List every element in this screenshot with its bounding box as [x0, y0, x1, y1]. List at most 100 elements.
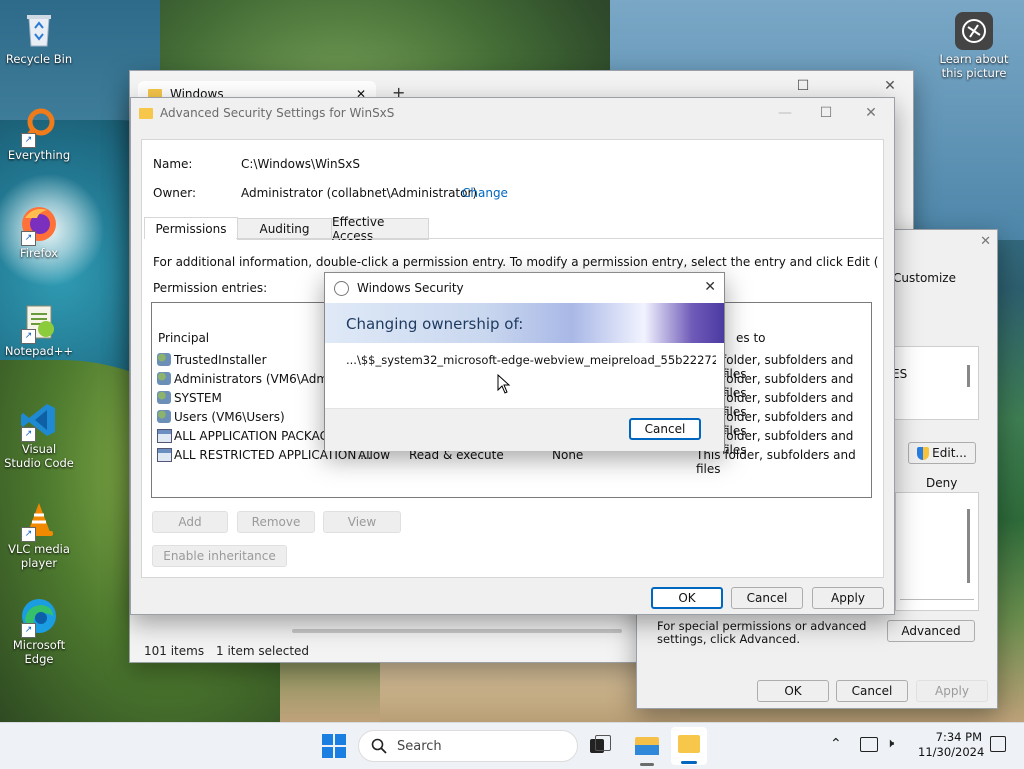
users-icon [157, 410, 171, 423]
desktop-icon-everything[interactable]: ↗ Everything [3, 106, 75, 162]
row-principal: SYSTEM [174, 391, 222, 405]
search-placeholder: Search [397, 738, 442, 754]
properties-apply-button[interactable]: Apply [916, 680, 988, 702]
vlc-cone-icon: ↗ [19, 500, 59, 542]
name-value: C:\Windows\WinSxS [241, 157, 360, 171]
start-windows-icon[interactable] [322, 734, 346, 758]
desktop-icon-label: Everything [7, 148, 71, 162]
list-scrollbar[interactable] [967, 365, 970, 387]
desktop-icon-firefox[interactable]: ↗ Firefox [3, 204, 75, 260]
taskbar: Search ⌃ 🕨 7:34 PM 11/30/2024 [0, 722, 1024, 769]
row-principal: TrustedInstaller [174, 353, 267, 367]
folder-icon [678, 735, 700, 753]
tab-divider [236, 238, 883, 239]
shortcut-arrow-icon: ↗ [21, 329, 36, 344]
advanced-close-icon[interactable]: ✕ [848, 98, 894, 128]
tab-effective-access[interactable]: Effective Access [331, 215, 429, 243]
desktop-icon-notepad-plus[interactable]: ↗ Notepad++ [3, 302, 75, 358]
tab-auditing[interactable]: Auditing [237, 218, 332, 240]
advanced-minimize-icon[interactable]: — [765, 98, 805, 128]
view-entry-button[interactable]: View [323, 511, 401, 533]
speaker-muted-icon[interactable]: 🕨 [886, 736, 894, 751]
folder-icon [139, 107, 153, 119]
owner-value: Administrator (collabnet\Administrator) [241, 186, 478, 200]
clock-icon [334, 280, 349, 296]
advanced-apply-button[interactable]: Apply [812, 587, 884, 609]
ownership-path-text: ...\$$_system32_microsoft-edge-webview_m… [346, 353, 716, 367]
advanced-ok-button[interactable]: OK [651, 587, 723, 609]
desktop-icon-recycle-bin[interactable]: Recycle Bin [3, 10, 75, 66]
task-view-icon[interactable] [590, 735, 611, 755]
properties-ok-button[interactable]: OK [757, 680, 829, 702]
taskbar-search-box[interactable]: Search [358, 730, 578, 762]
desktop-icon-vlc[interactable]: ↗ VLC media player [3, 500, 75, 570]
mouse-cursor-icon [497, 373, 511, 397]
row-principal: Users (VM6\Users) [174, 410, 285, 424]
folder-taskbar-button[interactable] [671, 727, 707, 765]
chevron-up-icon[interactable]: ⌃ [830, 736, 842, 752]
clock-time: 7:34 PM [935, 730, 982, 744]
camera-info-icon [955, 12, 993, 50]
deny-column-header: Deny [926, 476, 958, 490]
uac-shield-icon [917, 446, 930, 460]
firefox-icon: ↗ [19, 204, 59, 246]
advanced-button[interactable]: Advanced [887, 620, 975, 642]
users-icon [157, 391, 171, 404]
advanced-cancel-button[interactable]: Cancel [731, 587, 803, 609]
shortcut-arrow-icon: ↗ [21, 231, 36, 246]
search-magnifier-icon: ↗ [19, 106, 59, 148]
explorer-scrollbar[interactable] [292, 629, 622, 633]
security-dialog-cancel-button[interactable]: Cancel [629, 418, 701, 440]
advanced-maximize-icon[interactable]: ☐ [803, 98, 849, 128]
desktop-icon-label: Recycle Bin [5, 52, 73, 66]
shortcut-arrow-icon: ↗ [21, 623, 36, 638]
file-explorer-taskbar-icon[interactable] [633, 733, 661, 757]
change-owner-link[interactable]: Change [462, 186, 508, 200]
clock-area[interactable]: 7:34 PM 11/30/2024 [918, 730, 984, 760]
add-entry-button[interactable]: Add [152, 511, 228, 533]
permissions-list[interactable] [895, 492, 979, 611]
notification-icon[interactable] [990, 736, 1006, 752]
tab-permissions[interactable]: Permissions [144, 217, 238, 239]
learn-about-label: Learn about this picture [939, 52, 1009, 80]
package-icon [157, 448, 172, 462]
status-selected-count: 1 item selected [216, 644, 310, 658]
desktop-icon-edge[interactable]: ↗ Microsoft Edge [3, 596, 75, 666]
security-dialog-titlebar[interactable]: Windows Security [325, 273, 724, 303]
edge-icon: ↗ [19, 596, 59, 638]
learn-about-picture[interactable]: Learn about this picture [938, 12, 1010, 80]
security-dialog-banner: Changing ownership of: [325, 303, 724, 343]
edit-button[interactable]: Edit... [908, 442, 976, 464]
list-divider [900, 599, 974, 600]
security-dialog-close-icon[interactable]: ✕ [704, 279, 716, 295]
row-applies-to: This folder, subfolders and files [696, 448, 856, 476]
desktop-icon-label: Microsoft Edge [12, 638, 66, 666]
desktop-icon-label: Notepad++ [4, 344, 74, 358]
advanced-window-title: Advanced Security Settings for WinSxS [160, 106, 395, 120]
search-icon [371, 738, 387, 754]
recycle-bin-icon [19, 10, 59, 50]
package-icon [157, 429, 172, 443]
users-icon [157, 353, 171, 366]
windows-security-dialog: Windows Security ✕ Changing ownership of… [324, 272, 725, 451]
permissions-scrollbar[interactable] [967, 509, 970, 583]
security-dialog-title: Windows Security [357, 281, 464, 295]
remove-entry-button[interactable]: Remove [237, 511, 315, 533]
network-display-icon[interactable] [860, 737, 878, 752]
shortcut-arrow-icon: ↗ [21, 527, 36, 542]
status-items-count: 101 items [144, 644, 205, 658]
desktop-icon-label: Visual Studio Code [4, 442, 74, 470]
desktop-icon-label: VLC media player [8, 542, 70, 570]
column-header-applies-to[interactable]: es to [736, 331, 766, 345]
shortcut-arrow-icon: ↗ [21, 133, 36, 148]
tab-customize[interactable]: Customize [893, 271, 956, 285]
wallpaper-beach [380, 660, 680, 722]
desktop-icon-vscode[interactable]: ↗ Visual Studio Code [3, 400, 75, 470]
shortcut-arrow-icon: ↗ [21, 427, 36, 442]
enable-inheritance-button[interactable]: Enable inheritance [152, 545, 287, 567]
properties-group-list[interactable]: ES [889, 346, 979, 420]
column-header-principal[interactable]: Principal [158, 331, 209, 345]
properties-close-icon[interactable]: ✕ [980, 234, 991, 249]
properties-cancel-button[interactable]: Cancel [836, 680, 908, 702]
edit-button-label: Edit... [932, 446, 967, 460]
